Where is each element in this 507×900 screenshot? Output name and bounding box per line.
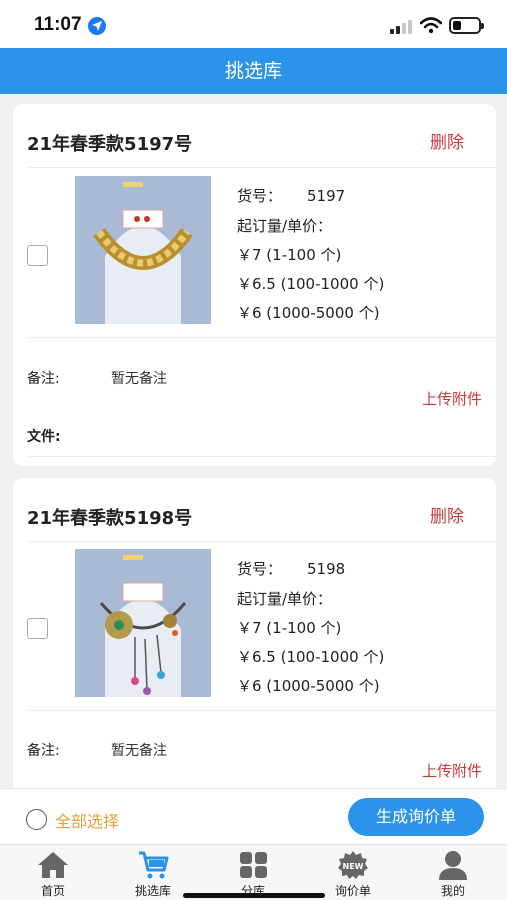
- divider: [27, 541, 496, 542]
- product-checkbox[interactable]: [27, 618, 48, 639]
- upload-attachment-button[interactable]: 上传附件: [422, 760, 482, 781]
- divider: [27, 710, 496, 711]
- grid-icon: [237, 850, 269, 880]
- svg-text:NEW: NEW: [343, 862, 364, 871]
- tab-home[interactable]: 首页: [3, 845, 103, 900]
- moq-label: 起订量/单价：: [237, 590, 333, 608]
- select-all-radio[interactable]: [26, 809, 47, 830]
- new-badge-icon: NEW: [337, 850, 369, 880]
- sku-label: 货号：: [237, 560, 283, 578]
- remark-value: 暂无备注: [111, 371, 167, 387]
- tab-mine[interactable]: 我的: [403, 845, 503, 900]
- battery-icon: [449, 17, 484, 34]
- status-time: 11:07: [34, 14, 82, 35]
- product-title: 21年春季款5197号: [27, 134, 193, 155]
- tab-categories[interactable]: 分库: [203, 845, 303, 900]
- cart-icon: [137, 850, 169, 880]
- product-title: 21年春季款5198号: [27, 508, 193, 529]
- price-tier: ￥6 (1000-5000 个): [237, 677, 380, 695]
- home-indicator: [183, 893, 325, 898]
- product-card: 21年春季款5197号 删除 货号： 5197 起订量/单价： ￥7 (1-100…: [13, 104, 496, 466]
- price-info: 货号： 5198 起订量/单价： ￥7 (1-100 个) ￥6.5 (100-1…: [237, 555, 384, 701]
- gold-chain-necklace-photo: [75, 176, 211, 324]
- divider: [27, 456, 496, 457]
- divider: [27, 167, 496, 168]
- tab-bar: 首页 挑选库 分库 NEW 询价单 我的: [0, 844, 507, 900]
- price-tier: ￥6 (1000-5000 个): [237, 304, 380, 322]
- generate-quote-button[interactable]: 生成询价单: [348, 798, 484, 836]
- price-tier: ￥7 (1-100 个): [237, 619, 342, 637]
- cellular-signal-icon: [390, 20, 414, 34]
- tab-label: 首页: [40, 884, 65, 898]
- delete-button[interactable]: 删除: [430, 502, 464, 527]
- wifi-icon: [419, 17, 443, 38]
- flower-pendant-necklace-photo: [75, 549, 211, 697]
- home-icon: [37, 850, 69, 880]
- remark-label: 备注:: [27, 371, 60, 387]
- price-tier: ￥6.5 (100-1000 个): [237, 648, 385, 666]
- user-icon: [437, 850, 469, 880]
- upload-attachment-button[interactable]: 上传附件: [422, 388, 482, 409]
- sku-label: 货号：: [237, 187, 283, 205]
- tab-selection-library[interactable]: 挑选库: [103, 845, 203, 900]
- price-tier: ￥6.5 (100-1000 个): [237, 275, 385, 293]
- product-checkbox[interactable]: [27, 245, 48, 266]
- footer-action-bar: 全部选择 生成询价单: [0, 788, 507, 844]
- header-bar: 挑选库: [0, 48, 507, 94]
- delete-button[interactable]: 删除: [430, 128, 464, 153]
- remark-value: 暂无备注: [111, 743, 167, 759]
- sku-value: 5198: [307, 560, 346, 578]
- price-info: 货号： 5197 起订量/单价： ￥7 (1-100 个) ￥6.5 (100-1…: [237, 182, 384, 328]
- tab-inquiry-list[interactable]: NEW 询价单: [303, 845, 403, 900]
- divider: [27, 337, 496, 338]
- page-title: 挑选库: [224, 60, 282, 82]
- moq-label: 起订量/单价：: [237, 217, 333, 235]
- sku-value: 5197: [307, 187, 346, 205]
- status-bar: 11:07: [0, 0, 507, 48]
- price-tier: ￥7 (1-100 个): [237, 246, 342, 264]
- location-arrow-icon: [88, 17, 106, 35]
- file-label: 文件:: [27, 429, 61, 445]
- product-card: 21年春季款5198号 删除 货号： 5198 起订量/单价： ￥7 (1-100…: [13, 478, 496, 798]
- remark-label: 备注:: [27, 743, 60, 759]
- select-all-label[interactable]: 全部选择: [55, 808, 119, 832]
- tab-label: 我的: [440, 884, 465, 898]
